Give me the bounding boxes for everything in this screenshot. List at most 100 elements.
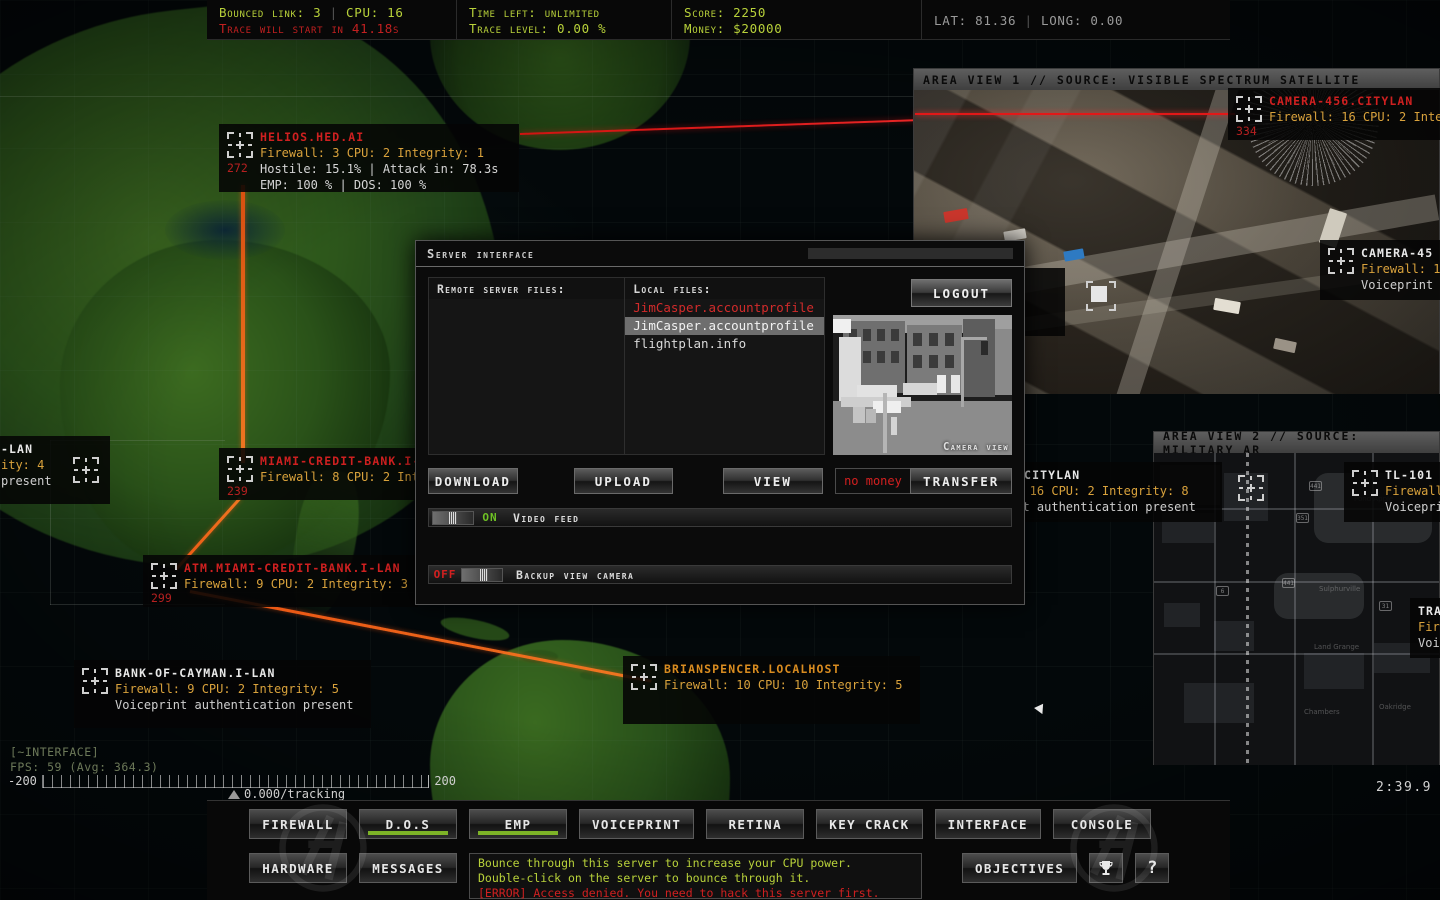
hud-money: Money: $20000 xyxy=(684,21,909,37)
node-reticle-icon[interactable] xyxy=(73,457,99,483)
server-interface-dialog[interactable]: Server interface Remote server files: Lo… xyxy=(415,240,1025,605)
tool-label: EMP xyxy=(505,817,532,832)
node-reticle-icon[interactable] xyxy=(1238,475,1264,501)
node-reticle-icon xyxy=(151,563,177,589)
node-camera-45x[interactable]: CAMERA-45 Firewall: 16 Voiceprint a xyxy=(1320,240,1440,300)
tool-key-crack-button[interactable]: KEY CRACK xyxy=(816,809,922,839)
node-reticle-icon xyxy=(227,456,253,482)
node-title: BRIANSPENCER.LOCALHOST xyxy=(664,662,902,677)
backup-camera-row[interactable]: OFF Backup view camera xyxy=(428,565,1012,584)
area-view-1-title: AREA VIEW 1 // SOURCE: VISIBLE SPECTRUM … xyxy=(914,69,1439,90)
node-stats: Firewall: 9 CPU: 2 Integrity: 3 xyxy=(184,576,408,592)
node-brianspencer-localhost[interactable]: BRIANSPENCER.LOCALHOST Firewall: 10 CPU:… xyxy=(623,656,920,724)
video-feed-slider[interactable] xyxy=(432,511,474,525)
upload-button[interactable]: UPLOAD xyxy=(574,468,674,494)
hv-logo-left xyxy=(269,802,377,894)
node-auth: int authentication present xyxy=(1008,499,1196,515)
tool-retina-button[interactable]: RETINA xyxy=(706,809,804,839)
file-item[interactable]: flightplan.info xyxy=(625,335,823,353)
message-line: Double-click on the server to bounce thr… xyxy=(478,871,913,886)
node-ping: 334 xyxy=(1236,124,1257,138)
node-auth: present xyxy=(1,473,52,489)
node-auth: Voiceprint authentication present xyxy=(115,697,353,713)
tool-interface-button[interactable]: INTERFACE xyxy=(935,809,1041,839)
status-hud: Bounced link: 3 | CPU: 16 Trace will sta… xyxy=(207,0,1230,40)
hud-coords-cell: LAT: 81.36 | LONG: 0.00 xyxy=(922,0,1230,39)
link-helios-miami-line xyxy=(241,185,245,463)
dialog-titlebar: Server interface xyxy=(416,241,1024,267)
no-money-label: no money xyxy=(835,468,911,494)
node-reticle-icon xyxy=(1328,248,1354,274)
game-screen: AREA VIEW 1 // SOURCE: VISIBLE SPECTRUM … xyxy=(0,0,1440,900)
video-feed-knob[interactable] xyxy=(449,512,457,524)
node-stats: ity: 4 xyxy=(1,457,52,473)
node-title: TL-101 xyxy=(1385,468,1440,483)
node-reticle-selected-icon[interactable] xyxy=(1086,281,1116,311)
interface-tag: [~INTERFACE] xyxy=(10,745,158,760)
dialog-action-buttons: DOWNLOAD UPLOAD VIEW no money TRANSFER xyxy=(428,468,1012,494)
hud-link-cell: Bounced link: 3 | CPU: 16 Trace will sta… xyxy=(207,0,457,39)
hud-score: Score: 2250 xyxy=(684,5,909,21)
video-feed-label: Video feed xyxy=(513,511,579,525)
tool-charge-bar xyxy=(368,831,448,835)
hud-time-left: Time left: unlimited xyxy=(469,5,659,21)
tool-label: INTERFACE xyxy=(948,817,1028,832)
hud-trace-start: Trace will start in 41.18s xyxy=(219,21,444,37)
logout-button[interactable]: LOGOUT xyxy=(911,279,1012,307)
tool-label: D.O.S xyxy=(386,817,431,832)
backup-camera-slider[interactable] xyxy=(461,568,503,582)
node-reticle-icon xyxy=(1352,470,1378,496)
tool-emp-button[interactable]: EMP xyxy=(469,809,567,839)
session-timer: 2:39.9 xyxy=(1376,780,1432,795)
ruler-min-label: -200 xyxy=(8,774,37,788)
message-line: Bounce through this server to increase y… xyxy=(478,856,913,871)
node-stats: Firewall: 16 CPU: 2 Integr xyxy=(1269,109,1440,125)
file-item-selected[interactable]: JimCasper.accountprofile xyxy=(625,317,823,335)
node-title: ATM.MIAMI-CREDIT-BANK.I-LAN xyxy=(184,561,408,576)
node-camera-456[interactable]: CAMERA-456.CITYLAN Firewall: 16 CPU: 2 I… xyxy=(1228,88,1440,140)
file-item[interactable]: JimCasper.accountprofile xyxy=(625,299,823,317)
dialog-body: Remote server files: Local files: JimCas… xyxy=(416,267,1024,594)
ruler-max-label: 200 xyxy=(434,774,456,788)
ruler-ticks xyxy=(42,775,429,788)
video-feed-row[interactable]: ON Video feed xyxy=(428,508,1012,527)
local-files-pane[interactable]: Local files: JimCasper.accountprofile Ji… xyxy=(625,277,824,455)
node-bank-of-cayman[interactable]: BANK-OF-CAYMAN.I-LAN Firewall: 9 CPU: 2 … xyxy=(74,660,371,728)
hud-bounced-link: Bounced link: 3 xyxy=(219,5,321,20)
node-stats: Firewall: 8 CPU: 2 Inte xyxy=(260,469,426,485)
remote-files-header: Remote server files: xyxy=(429,278,624,299)
tool-voiceprint-button[interactable]: VOICEPRINT xyxy=(579,809,694,839)
node-tl-101[interactable]: TL-101 Firewall Voicepri xyxy=(1344,462,1440,522)
node-stats: Firewall: 16 xyxy=(1361,261,1440,277)
node-auth: Voi xyxy=(1418,635,1440,651)
node-atm-miami-credit-bank[interactable]: ATM.MIAMI-CREDIT-BANK.I-LAN Firewall: 9 … xyxy=(143,555,418,607)
node-stats: Firewall: 3 CPU: 2 Integrity: 1 xyxy=(260,145,498,161)
node-title: CAMERA-456.CITYLAN xyxy=(1269,94,1440,109)
backup-camera-knob[interactable] xyxy=(480,569,488,581)
backup-camera-state: OFF xyxy=(432,568,458,581)
view-button[interactable]: VIEW xyxy=(723,468,823,494)
hud-sep2: | xyxy=(1025,13,1033,28)
transfer-button[interactable]: TRANSFER xyxy=(910,468,1012,494)
node-title: -LAN xyxy=(1,442,52,457)
tool-label: RETINA xyxy=(728,817,782,832)
node-title: HELIOS.HED.AI xyxy=(260,130,498,145)
node-reticle-icon xyxy=(631,664,657,690)
node-tra-cut[interactable]: TRA Fir Voi xyxy=(1410,598,1440,658)
node-miami-credit-bank[interactable]: MIAMI-CREDIT-BANK.I- Firewall: 8 CPU: 2 … xyxy=(219,448,434,500)
node-reticle-icon xyxy=(1236,96,1262,122)
hud-lat: LAT: 81.36 xyxy=(934,13,1016,28)
node-helios[interactable]: HELIOS.HED.AI Firewall: 3 CPU: 2 Integri… xyxy=(219,124,519,192)
node-title: MIAMI-CREDIT-BANK.I- xyxy=(260,454,426,469)
local-files-header: Local files: xyxy=(625,278,823,299)
tracking-marker-icon xyxy=(228,790,240,799)
tool-label: VOICEPRINT xyxy=(592,817,681,832)
node-o-citylan[interactable]: O.CITYLAN l: 16 CPU: 2 Integrity: 8 int … xyxy=(1000,462,1222,522)
download-button[interactable]: DOWNLOAD xyxy=(428,468,518,494)
objectives-label: OBJECTIVES xyxy=(975,861,1064,876)
remote-files-pane[interactable]: Remote server files: xyxy=(428,277,625,455)
node-emp-dos: EMP: 100 % | DOS: 100 % xyxy=(260,177,498,193)
camera-view-thumbnail[interactable]: Camera view xyxy=(833,315,1013,455)
hud-trace-level: Trace level: 0.00 % xyxy=(469,21,659,37)
node-auth: Voicepri xyxy=(1385,499,1440,515)
